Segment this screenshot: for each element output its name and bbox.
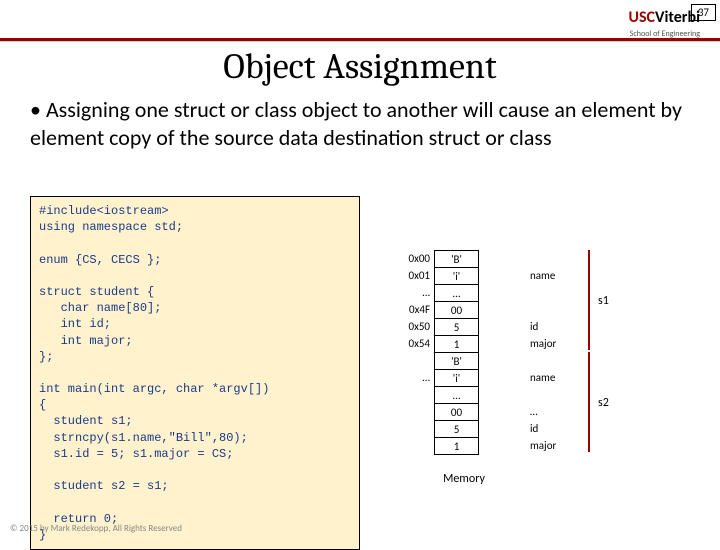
divider-grey (0, 41, 720, 42)
brace-s2 (588, 352, 590, 452)
usc-logo: USCViterbi School of Engineering (629, 8, 700, 39)
bullet-text: Assigning one struct or class object to … (30, 96, 700, 151)
brace-s1 (588, 250, 590, 350)
label-s1: s1 (598, 294, 609, 308)
label-s2: s2 (598, 396, 609, 410)
memory-label: Memory (442, 472, 486, 486)
slide-title: Object Assignment (0, 46, 720, 87)
code-block: #include<iostream> using namespace std; … (30, 196, 360, 550)
copyright: © 2015 by Mark Redekopp, All Rights Rese… (10, 523, 182, 534)
memory-diagram: 0x000x01…0x4F0x500x54… 'B''i'…0051'B''i'… (400, 250, 700, 455)
